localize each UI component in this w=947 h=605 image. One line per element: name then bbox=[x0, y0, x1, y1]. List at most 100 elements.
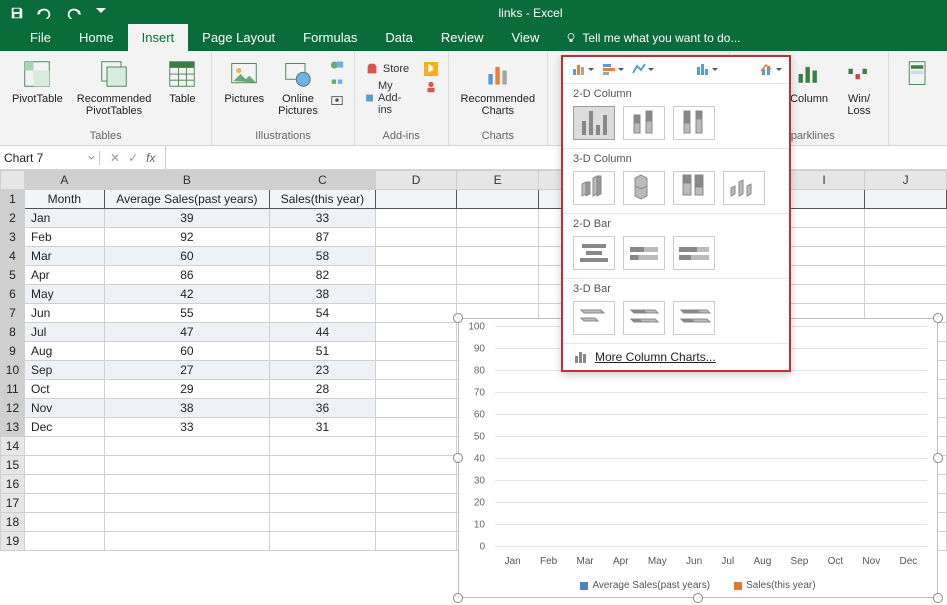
cell-A8[interactable]: Jul bbox=[24, 323, 104, 342]
cell-B13[interactable]: 33 bbox=[104, 418, 269, 437]
chart-resize-handle[interactable] bbox=[453, 593, 463, 603]
cell-B2[interactable]: 39 bbox=[104, 209, 269, 228]
cell-I6[interactable] bbox=[783, 285, 865, 304]
row-header-13[interactable]: 13 bbox=[1, 418, 25, 437]
cell-D10[interactable] bbox=[375, 361, 457, 380]
name-box[interactable]: Chart 7 bbox=[0, 151, 100, 165]
cell-E5[interactable] bbox=[457, 266, 539, 285]
bar-chart-type-btn[interactable] bbox=[599, 59, 625, 79]
chart-resize-handle[interactable] bbox=[933, 453, 943, 463]
clustered-column-3d[interactable] bbox=[573, 171, 615, 205]
cell-B17[interactable] bbox=[104, 494, 269, 513]
cell-I5[interactable] bbox=[783, 266, 865, 285]
tab-review[interactable]: Review bbox=[427, 24, 498, 51]
clustered-bar-2d[interactable] bbox=[573, 236, 615, 270]
cell-C13[interactable]: 31 bbox=[270, 418, 376, 437]
col-header-A[interactable]: A bbox=[24, 171, 104, 190]
cell-I4[interactable] bbox=[783, 247, 865, 266]
formula-bar[interactable] bbox=[165, 146, 947, 169]
shapes-button[interactable] bbox=[328, 57, 346, 73]
cell-A14[interactable] bbox=[24, 437, 104, 456]
recommended-pivottables-button[interactable]: Recommended PivotTables bbox=[73, 55, 156, 119]
stacked-bar-2d[interactable] bbox=[623, 236, 665, 270]
chart-resize-handle[interactable] bbox=[693, 593, 703, 603]
cell-A16[interactable] bbox=[24, 475, 104, 494]
cell-C7[interactable]: 54 bbox=[270, 304, 376, 323]
stacked-bar-3d[interactable] bbox=[623, 301, 665, 335]
stacked100-bar-2d[interactable] bbox=[673, 236, 715, 270]
chart-resize-handle[interactable] bbox=[933, 593, 943, 603]
cell-A6[interactable]: May bbox=[24, 285, 104, 304]
cell-D12[interactable] bbox=[375, 399, 457, 418]
cell-J4[interactable] bbox=[865, 247, 947, 266]
recommended-charts-button[interactable]: Recommended Charts bbox=[457, 55, 540, 119]
clustered-bar-3d[interactable] bbox=[573, 301, 615, 335]
cell-D9[interactable] bbox=[375, 342, 457, 361]
sparkline-winloss-button[interactable]: Win/ Loss bbox=[838, 55, 880, 119]
cell-A1[interactable]: Month bbox=[24, 190, 104, 209]
tell-me-search[interactable]: Tell me what you want to do... bbox=[553, 25, 752, 51]
row-header-5[interactable]: 5 bbox=[1, 266, 25, 285]
cell-A4[interactable]: Mar bbox=[24, 247, 104, 266]
cell-B9[interactable]: 60 bbox=[104, 342, 269, 361]
cell-A17[interactable] bbox=[24, 494, 104, 513]
stacked-column-3d[interactable] bbox=[623, 171, 665, 205]
cell-D18[interactable] bbox=[375, 513, 457, 532]
cell-I3[interactable] bbox=[783, 228, 865, 247]
cell-A10[interactable]: Sep bbox=[24, 361, 104, 380]
stacked-column-2d[interactable] bbox=[623, 106, 665, 140]
cell-C17[interactable] bbox=[270, 494, 376, 513]
cell-D2[interactable] bbox=[375, 209, 457, 228]
save-button[interactable] bbox=[4, 2, 30, 24]
cell-I2[interactable] bbox=[783, 209, 865, 228]
row-header-6[interactable]: 6 bbox=[1, 285, 25, 304]
combo-type-btn[interactable] bbox=[757, 59, 783, 79]
cell-A9[interactable]: Aug bbox=[24, 342, 104, 361]
cell-C19[interactable] bbox=[270, 532, 376, 551]
smartart-button[interactable] bbox=[328, 75, 346, 91]
col-header-D[interactable]: D bbox=[375, 171, 457, 190]
col-header-B[interactable]: B bbox=[104, 171, 269, 190]
fx-label[interactable]: fx bbox=[146, 151, 155, 165]
tab-data[interactable]: Data bbox=[371, 24, 426, 51]
cell-D5[interactable] bbox=[375, 266, 457, 285]
cell-I1[interactable] bbox=[783, 190, 865, 209]
cell-C16[interactable] bbox=[270, 475, 376, 494]
cell-C12[interactable]: 36 bbox=[270, 399, 376, 418]
histogram-type-btn[interactable] bbox=[693, 59, 719, 79]
cell-E4[interactable] bbox=[457, 247, 539, 266]
cell-C1[interactable]: Sales(this year) bbox=[270, 190, 376, 209]
cell-D3[interactable] bbox=[375, 228, 457, 247]
cell-D17[interactable] bbox=[375, 494, 457, 513]
pivottable-button[interactable]: PivotTable bbox=[8, 55, 67, 107]
enter-formula-icon[interactable]: ✓ bbox=[128, 151, 138, 165]
cell-A19[interactable] bbox=[24, 532, 104, 551]
chart-resize-handle[interactable] bbox=[453, 313, 463, 323]
row-header-15[interactable]: 15 bbox=[1, 456, 25, 475]
cell-C10[interactable]: 23 bbox=[270, 361, 376, 380]
my-addins-button[interactable]: My Add-ins bbox=[363, 79, 416, 117]
stacked100-column-2d[interactable] bbox=[673, 106, 715, 140]
row-header-11[interactable]: 11 bbox=[1, 380, 25, 399]
cell-C15[interactable] bbox=[270, 456, 376, 475]
cell-J2[interactable] bbox=[865, 209, 947, 228]
cell-B11[interactable]: 29 bbox=[104, 380, 269, 399]
cell-C6[interactable]: 38 bbox=[270, 285, 376, 304]
online-pictures-button[interactable]: Online Pictures bbox=[274, 55, 322, 119]
store-button[interactable]: Store bbox=[363, 61, 416, 77]
cell-E6[interactable] bbox=[457, 285, 539, 304]
cell-D14[interactable] bbox=[375, 437, 457, 456]
cell-A13[interactable]: Dec bbox=[24, 418, 104, 437]
cell-D16[interactable] bbox=[375, 475, 457, 494]
row-header-7[interactable]: 7 bbox=[1, 304, 25, 323]
cell-B15[interactable] bbox=[104, 456, 269, 475]
cell-B18[interactable] bbox=[104, 513, 269, 532]
tab-file[interactable]: File bbox=[16, 24, 65, 51]
tab-insert[interactable]: Insert bbox=[128, 24, 189, 51]
cell-J3[interactable] bbox=[865, 228, 947, 247]
cell-E1[interactable] bbox=[457, 190, 539, 209]
cell-B12[interactable]: 38 bbox=[104, 399, 269, 418]
cell-J5[interactable] bbox=[865, 266, 947, 285]
tab-page-layout[interactable]: Page Layout bbox=[188, 24, 289, 51]
cell-C9[interactable]: 51 bbox=[270, 342, 376, 361]
